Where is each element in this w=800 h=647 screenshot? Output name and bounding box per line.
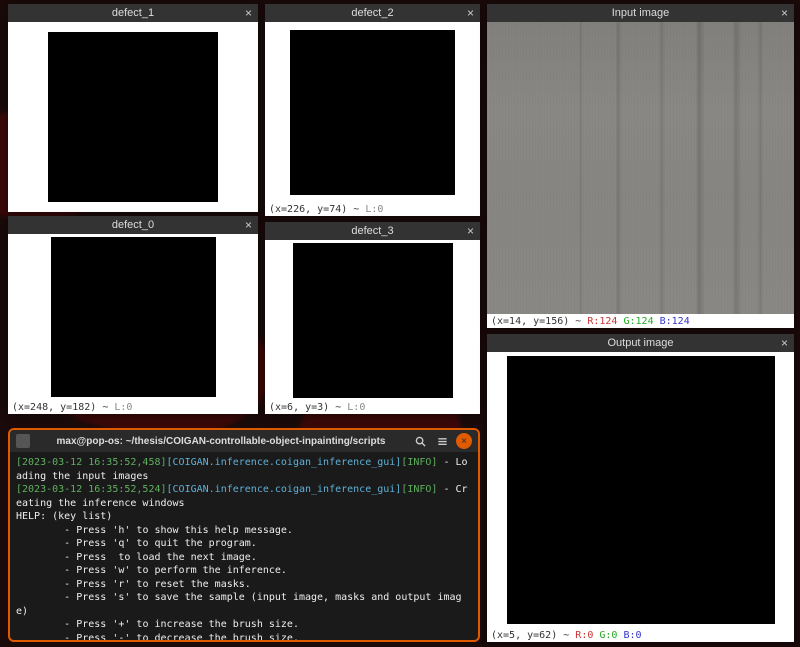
tilde: ~ <box>329 402 347 413</box>
titlebar[interactable]: defect_0 × <box>8 216 258 234</box>
close-icon[interactable]: × <box>245 219 252 231</box>
status-R: R:124 <box>587 316 617 327</box>
titlebar[interactable]: defect_2 × <box>265 4 480 22</box>
coords: (x=14, y=156) <box>491 316 569 327</box>
close-icon[interactable]: × <box>245 7 252 19</box>
tilde: ~ <box>557 630 575 641</box>
status-G: G:0 <box>599 630 617 641</box>
window-title: defect_2 <box>351 7 393 19</box>
window-output-image[interactable]: Output image × (x=5, y=62) ~ R:0 G:0 B:0 <box>487 334 794 642</box>
canvas[interactable] <box>51 237 216 397</box>
terminal-close-icon[interactable]: × <box>456 433 472 449</box>
titlebar[interactable]: Output image × <box>487 334 794 352</box>
tilde: ~ <box>569 316 587 327</box>
tilde: ~ <box>347 204 365 215</box>
close-icon[interactable]: × <box>781 337 788 349</box>
titlebar[interactable]: defect_1 × <box>8 4 258 22</box>
canvas-area[interactable] <box>487 22 794 314</box>
window-title: Input image <box>612 7 669 19</box>
canvas-area[interactable] <box>8 234 258 400</box>
statusbar: (x=248, y=182) ~ L:0 <box>8 400 258 414</box>
terminal-body[interactable]: [2023-03-12 16:35:52,458][COIGAN.inferen… <box>10 452 478 640</box>
window-defect-3[interactable]: defect_3 × (x=6, y=3) ~ L:0 <box>265 222 480 414</box>
search-icon[interactable] <box>412 433 428 449</box>
output-image-canvas[interactable] <box>507 356 775 624</box>
status-B: B:124 <box>660 316 690 327</box>
close-icon[interactable]: × <box>467 7 474 19</box>
statusbar: (x=14, y=156) ~ R:124 G:124 B:124 <box>487 314 794 328</box>
window-defect-2[interactable]: defect_2 × (x=226, y=74) ~ L:0 <box>265 4 480 216</box>
coords: (x=5, y=62) <box>491 630 557 641</box>
coords: (x=6, y=3) <box>269 402 329 413</box>
status-B: B:0 <box>623 630 641 641</box>
status-L: L:0 <box>347 402 365 413</box>
status-L: L:0 <box>114 402 132 413</box>
close-icon[interactable]: × <box>781 7 788 19</box>
canvas-area[interactable] <box>487 352 794 628</box>
close-icon[interactable]: × <box>467 225 474 237</box>
window-title: defect_0 <box>112 219 154 231</box>
titlebar[interactable]: defect_3 × <box>265 222 480 240</box>
input-image-canvas[interactable] <box>487 22 794 314</box>
canvas[interactable] <box>48 32 218 202</box>
canvas-area[interactable] <box>265 22 480 202</box>
terminal-title: max@pop-os: ~/thesis/COIGAN-controllable… <box>36 436 406 447</box>
status-G: G:124 <box>623 316 653 327</box>
canvas-area[interactable] <box>8 22 258 212</box>
window-title: defect_1 <box>112 7 154 19</box>
statusbar: (x=226, y=74) ~ L:0 <box>265 202 480 216</box>
hamburger-menu-icon[interactable] <box>434 433 450 449</box>
status-R: R:0 <box>575 630 593 641</box>
canvas[interactable] <box>293 243 453 398</box>
titlebar[interactable]: Input image × <box>487 4 794 22</box>
window-input-image[interactable]: Input image × (x=14, y=156) ~ R:124 G:12… <box>487 4 794 328</box>
coords: (x=248, y=182) <box>12 402 96 413</box>
terminal-app-icon <box>16 434 30 448</box>
tilde: ~ <box>96 402 114 413</box>
canvas[interactable] <box>290 30 455 195</box>
terminal-window[interactable]: max@pop-os: ~/thesis/COIGAN-controllable… <box>8 428 480 642</box>
canvas-area[interactable] <box>265 240 480 400</box>
window-defect-1[interactable]: defect_1 × <box>8 4 258 212</box>
window-defect-0[interactable]: defect_0 × (x=248, y=182) ~ L:0 <box>8 216 258 414</box>
status-L: L:0 <box>365 204 383 215</box>
terminal-titlebar[interactable]: max@pop-os: ~/thesis/COIGAN-controllable… <box>10 430 478 452</box>
coords: (x=226, y=74) <box>269 204 347 215</box>
window-title: defect_3 <box>351 225 393 237</box>
window-title: Output image <box>607 337 673 349</box>
statusbar: (x=5, y=62) ~ R:0 G:0 B:0 <box>487 628 794 642</box>
statusbar: (x=6, y=3) ~ L:0 <box>265 400 480 414</box>
